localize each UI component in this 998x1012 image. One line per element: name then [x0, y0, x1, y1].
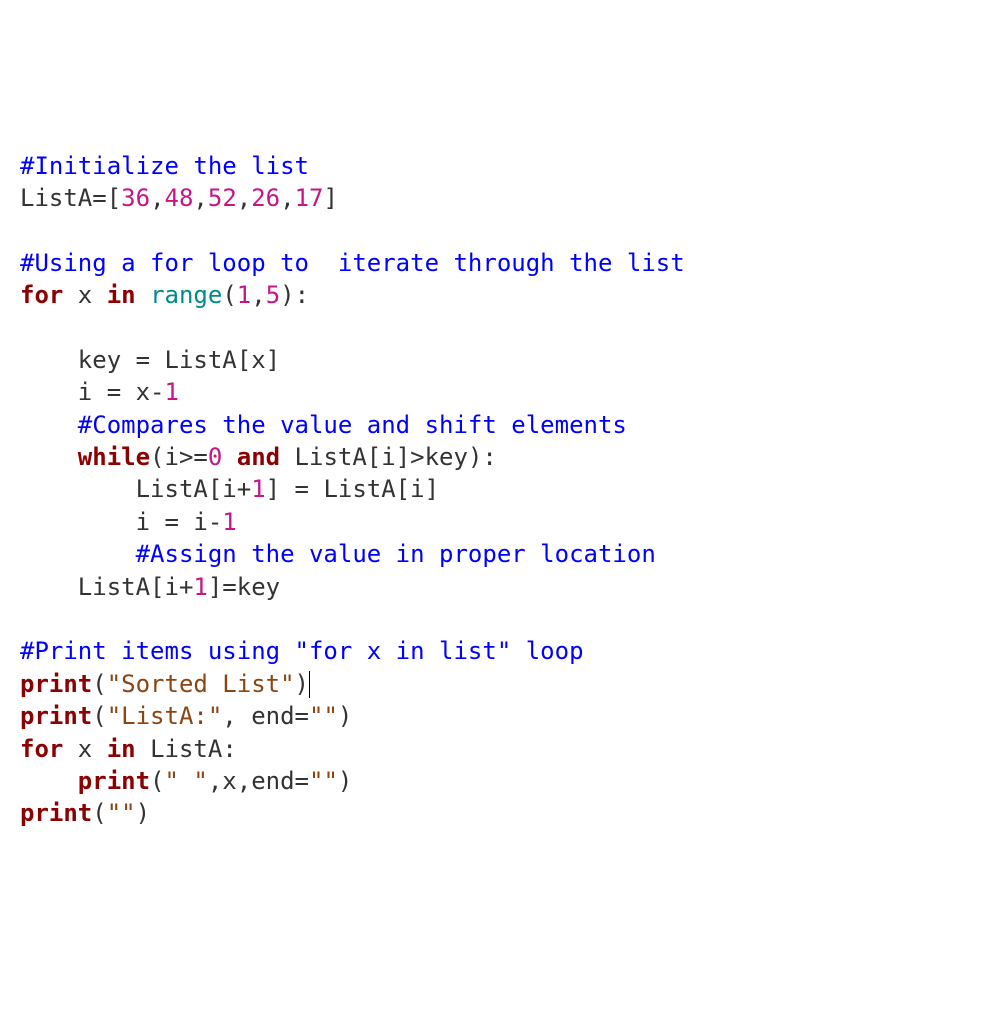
code-line[interactable]: key = ListA[x]: [20, 344, 978, 376]
code-token-builtin: range: [150, 281, 222, 309]
code-line[interactable]: #Using a for loop to iterate through the…: [20, 247, 978, 279]
code-token-default: i = x-: [20, 378, 165, 406]
code-line[interactable]: print(" ",x,end=""): [20, 765, 978, 797]
code-line[interactable]: print(""): [20, 797, 978, 829]
code-line[interactable]: ListA[i+1] = ListA[i]: [20, 473, 978, 505]
code-token-default: ]=key: [208, 573, 280, 601]
code-token-default: ListA:: [136, 735, 237, 763]
code-token-keyword: print: [78, 767, 150, 795]
code-line[interactable]: print("Sorted List"): [20, 668, 978, 700]
code-line[interactable]: for x in range(1,5):: [20, 279, 978, 311]
code-token-default: key = ListA[x]: [20, 346, 280, 374]
code-token-number: 1: [251, 475, 265, 503]
code-line[interactable]: [20, 312, 978, 344]
code-line[interactable]: print("ListA:", end=""): [20, 700, 978, 732]
code-token-number: 0: [208, 443, 222, 471]
code-token-default: (: [222, 281, 236, 309]
code-token-string: "": [107, 799, 136, 827]
code-token-number: 26: [251, 184, 280, 212]
code-editor[interactable]: #Initialize the listListA=[36,48,52,26,1…: [20, 150, 978, 830]
code-line[interactable]: [20, 603, 978, 635]
code-line[interactable]: ListA=[36,48,52,26,17]: [20, 182, 978, 214]
code-token-keyword: in: [107, 735, 136, 763]
code-token-number: 1: [165, 378, 179, 406]
code-token-default: ): [136, 799, 150, 827]
code-token-default: ,: [251, 281, 265, 309]
code-token-default: (: [92, 799, 106, 827]
code-token-default: , end=: [222, 702, 309, 730]
code-line[interactable]: i = x-1: [20, 376, 978, 408]
code-token-comment: #Print items using "for x in list" loop: [20, 637, 584, 665]
code-token-default: [222, 443, 236, 471]
code-token-default: ): [338, 767, 352, 795]
code-token-default: ,: [193, 184, 207, 212]
code-token-default: ListA[i+: [20, 475, 251, 503]
code-token-default: ListA=[: [20, 184, 121, 212]
code-token-default: ListA[i+: [20, 573, 193, 601]
code-token-keyword: while: [78, 443, 150, 471]
code-token-string: "": [309, 702, 338, 730]
code-token-default: [20, 767, 78, 795]
code-token-default: ,: [150, 184, 164, 212]
code-token-number: 36: [121, 184, 150, 212]
code-token-string: "": [309, 767, 338, 795]
code-token-default: (: [92, 702, 106, 730]
code-token-default: (: [92, 670, 106, 698]
code-line[interactable]: #Compares the value and shift elements: [20, 409, 978, 441]
text-cursor: [309, 671, 310, 697]
code-token-number: 1: [237, 281, 251, 309]
code-line[interactable]: for x in ListA:: [20, 733, 978, 765]
code-line[interactable]: #Print items using "for x in list" loop: [20, 635, 978, 667]
code-token-keyword: print: [20, 799, 92, 827]
code-token-default: (i>=: [150, 443, 208, 471]
code-token-keyword: in: [107, 281, 136, 309]
code-line[interactable]: while(i>=0 and ListA[i]>key):: [20, 441, 978, 473]
code-token-number: 52: [208, 184, 237, 212]
code-token-comment: #Using a for loop to iterate through the…: [20, 249, 685, 277]
code-token-keyword: print: [20, 670, 92, 698]
code-line[interactable]: #Initialize the list: [20, 150, 978, 182]
code-token-number: 48: [165, 184, 194, 212]
code-token-default: ): [338, 702, 352, 730]
code-token-default: i = i-: [20, 508, 222, 536]
code-token-default: [20, 540, 136, 568]
code-line[interactable]: ListA[i+1]=key: [20, 571, 978, 603]
code-token-default: ,: [237, 184, 251, 212]
code-token-default: ,x,end=: [208, 767, 309, 795]
code-token-default: ListA[i]>key):: [280, 443, 497, 471]
code-token-keyword: for: [20, 735, 63, 763]
code-token-number: 1: [193, 573, 207, 601]
code-token-default: (: [150, 767, 164, 795]
code-token-default: ): [295, 670, 309, 698]
code-token-comment: #Initialize the list: [20, 152, 309, 180]
code-line[interactable]: [20, 214, 978, 246]
code-token-keyword: print: [20, 702, 92, 730]
code-token-default: ] = ListA[i]: [266, 475, 439, 503]
code-token-string: " ": [165, 767, 208, 795]
code-token-default: x: [63, 281, 106, 309]
code-token-comment: #Compares the value and shift elements: [78, 411, 627, 439]
code-token-keyword: and: [237, 443, 280, 471]
code-token-default: ]: [324, 184, 338, 212]
code-token-keyword: for: [20, 281, 63, 309]
code-token-comment: #Assign the value in proper location: [136, 540, 656, 568]
code-token-default: [20, 443, 78, 471]
code-token-number: 1: [222, 508, 236, 536]
code-line[interactable]: #Assign the value in proper location: [20, 538, 978, 570]
code-token-default: x: [63, 735, 106, 763]
code-token-number: 5: [266, 281, 280, 309]
code-token-default: [20, 411, 78, 439]
code-token-string: "ListA:": [107, 702, 223, 730]
code-token-default: ,: [280, 184, 294, 212]
code-line[interactable]: i = i-1: [20, 506, 978, 538]
code-token-number: 17: [295, 184, 324, 212]
code-token-default: [136, 281, 150, 309]
code-token-default: ):: [280, 281, 309, 309]
code-token-string: "Sorted List": [107, 670, 295, 698]
